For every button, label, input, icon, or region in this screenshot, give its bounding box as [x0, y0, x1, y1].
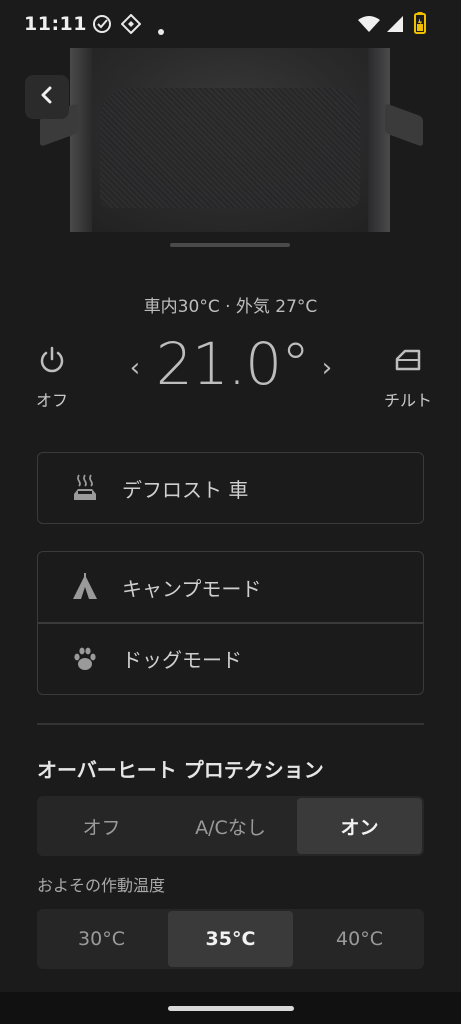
camp-mode-label: キャンプモード: [122, 576, 262, 601]
back-button[interactable]: [25, 75, 69, 119]
activation-temperature-label: およその作動温度: [37, 876, 166, 895]
tilt-icon: [393, 349, 423, 379]
sheet-drag-handle[interactable]: [170, 243, 290, 247]
status-bar: 11:11: [0, 0, 461, 50]
power-icon: [37, 346, 67, 379]
defrost-car-button[interactable]: デフロスト 車: [38, 453, 423, 523]
overheat-protection-selector: オフ A/Cなし オン: [37, 796, 424, 856]
wifi-icon: [357, 15, 381, 37]
dog-mode-label: ドッグモード: [122, 648, 242, 672]
overheat-option-off[interactable]: オフ: [39, 798, 164, 854]
tilt-label: チルト: [383, 391, 432, 410]
check-circle-icon: [92, 14, 112, 38]
activation-option-35[interactable]: 35°C: [168, 911, 293, 967]
chevron-left-icon: [39, 86, 55, 108]
car-pillar-right: [368, 48, 390, 232]
car-pillar-left: [70, 48, 92, 232]
climate-power-button[interactable]: オフ: [22, 345, 82, 411]
overheat-protection-title: オーバーヒート プロテクション: [37, 758, 324, 782]
defrost-card: デフロスト 車: [37, 452, 424, 524]
overheat-option-on[interactable]: オン: [297, 798, 422, 854]
defrost-car-label: デフロスト 車: [122, 477, 249, 502]
system-navigation-bar: [0, 992, 461, 1024]
notification-dot-icon: [158, 20, 164, 39]
dog-mode-button[interactable]: ドッグモード: [38, 624, 423, 694]
car-front-image: [70, 48, 390, 232]
signal-icon: [386, 15, 404, 37]
temperature-decrease-button[interactable]: ‹: [122, 348, 148, 388]
tent-icon: [68, 570, 102, 604]
modes-card: キャンプモード ドッグモード: [37, 551, 424, 695]
interior-exterior-temperature: 車内30°C · 外気 27°C: [143, 297, 318, 317]
section-divider: [37, 723, 424, 725]
camp-mode-button[interactable]: キャンプモード: [38, 552, 423, 622]
defrost-car-icon: [68, 471, 102, 505]
car-windshield: [100, 88, 360, 208]
overheat-option-no-ac[interactable]: A/Cなし: [168, 798, 293, 854]
diamond-app-icon: [120, 13, 142, 38]
activation-option-40[interactable]: 40°C: [297, 911, 422, 967]
temperature-increase-button[interactable]: ›: [314, 348, 340, 388]
home-gesture-handle[interactable]: [168, 1006, 294, 1011]
paw-icon: [68, 642, 102, 676]
car-mirror-right: [385, 103, 423, 147]
power-label: オフ: [35, 391, 68, 410]
tilt-button[interactable]: チルト: [375, 345, 441, 411]
battery-icon: [414, 12, 426, 38]
status-time: 11:11: [24, 13, 87, 35]
activation-option-30[interactable]: 30°C: [39, 911, 164, 967]
set-temperature: 21.0°: [155, 330, 310, 398]
activation-temperature-selector: 30°C 35°C 40°C: [37, 909, 424, 969]
